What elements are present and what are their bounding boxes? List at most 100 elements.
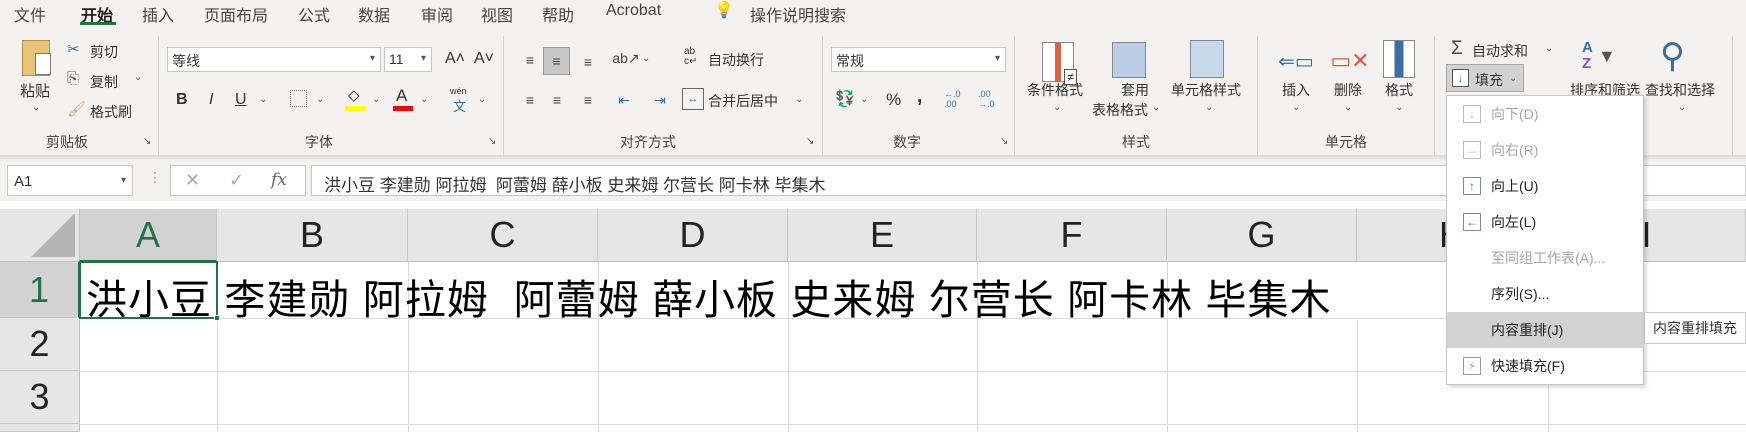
- merge-center-button[interactable]: 合并后居中: [708, 91, 778, 111]
- align-right-icon[interactable]: ≡: [576, 88, 600, 112]
- menu-item-fill-right[interactable]: → 向右(R): [1447, 132, 1643, 168]
- copy-chevron-icon[interactable]: ⌄: [134, 72, 142, 83]
- fill-color-chevron-icon[interactable]: ⌄: [372, 94, 380, 105]
- format-button[interactable]: 格式: [1385, 80, 1413, 100]
- tab-review[interactable]: 审阅: [421, 2, 453, 26]
- chevron-down-icon[interactable]: ⌄: [1395, 102, 1403, 113]
- phonetic-chevron-icon[interactable]: ⌄: [478, 94, 486, 105]
- format-as-table-button[interactable]: 套用: [1121, 80, 1149, 100]
- conditional-formatting-button[interactable]: 条件格式: [1027, 80, 1083, 100]
- tab-file[interactable]: 文件: [14, 2, 46, 26]
- column-header-f[interactable]: F: [977, 209, 1167, 262]
- menu-item-flash-fill[interactable]: ⚡ 快速填充(F): [1447, 348, 1643, 384]
- underline-chevron-icon[interactable]: ⌄: [259, 94, 267, 105]
- font-name-dropdown[interactable]: 等线 ▾: [167, 47, 381, 72]
- delete-button[interactable]: 删除: [1334, 80, 1362, 100]
- percent-button[interactable]: %: [886, 90, 901, 110]
- wrap-text-button[interactable]: 自动换行: [708, 50, 764, 70]
- align-bottom-icon[interactable]: ≡: [576, 50, 600, 74]
- borders-chevron-icon[interactable]: ⌄: [316, 94, 324, 105]
- chevron-down-icon[interactable]: ⌄: [1344, 102, 1352, 113]
- tell-me-search[interactable]: 操作说明搜索: [750, 2, 846, 26]
- orientation-chevron-icon[interactable]: ⌄: [642, 53, 650, 64]
- paste-button[interactable]: 粘贴: [20, 80, 50, 101]
- align-top-icon[interactable]: ≡: [518, 48, 542, 72]
- chevron-down-icon[interactable]: ⌄: [1053, 102, 1061, 113]
- tab-view[interactable]: 视图: [481, 2, 513, 26]
- tab-formulas[interactable]: 公式: [298, 2, 330, 26]
- font-color-icon[interactable]: A: [396, 86, 407, 106]
- column-header-e[interactable]: E: [788, 209, 977, 262]
- autosum-chevron-icon[interactable]: ⌄: [1545, 43, 1553, 54]
- menu-item-justify[interactable]: 内容重排(J): [1447, 312, 1643, 348]
- italic-button[interactable]: I: [209, 91, 213, 109]
- chevron-down-icon[interactable]: ⌄: [1678, 102, 1686, 113]
- tab-acrobat[interactable]: Acrobat: [606, 2, 661, 20]
- column-header-g[interactable]: G: [1167, 209, 1357, 262]
- row-header-1[interactable]: 1: [0, 262, 80, 318]
- menu-item-across-worksheets[interactable]: 至同组工作表(A)...: [1447, 240, 1643, 276]
- underline-button[interactable]: U: [235, 91, 247, 109]
- borders-icon[interactable]: [290, 90, 307, 107]
- menu-item-fill-up[interactable]: ↑ 向上(U): [1447, 168, 1643, 204]
- cell-a1[interactable]: 洪小豆 李建勋 阿拉姆 阿蕾姆 薛小板 史来姆 尔营长 阿卡林 毕集木: [86, 266, 1332, 326]
- cell-styles-button[interactable]: 单元格样式: [1171, 80, 1241, 100]
- paste-icon[interactable]: [22, 40, 51, 76]
- number-format-dropdown[interactable]: 常规 ▾: [831, 47, 1006, 72]
- decrease-decimal-icon[interactable]: .00 →.0: [978, 89, 995, 109]
- row-header-4[interactable]: [0, 424, 80, 432]
- font-color-chevron-icon[interactable]: ⌄: [420, 94, 428, 105]
- find-select-button[interactable]: 查找和选择: [1645, 80, 1715, 100]
- row-header-2[interactable]: 2: [0, 318, 80, 371]
- increase-decimal-icon[interactable]: ←.0.00: [944, 89, 961, 109]
- fill-color-icon[interactable]: ◇: [348, 86, 360, 104]
- tab-insert[interactable]: 插入: [142, 2, 174, 26]
- accounting-format-icon[interactable]: 💱: [834, 88, 856, 110]
- enter-icon[interactable]: ✓: [229, 170, 244, 191]
- copy-button[interactable]: 复制: [90, 72, 118, 92]
- chevron-down-icon[interactable]: ⌄: [1205, 102, 1213, 113]
- format-painter-button[interactable]: 格式刷: [90, 102, 132, 122]
- font-launcher-icon[interactable]: ↘: [488, 136, 496, 147]
- decrease-indent-icon[interactable]: ⇤: [612, 88, 636, 112]
- chevron-down-icon[interactable]: ⌄: [1152, 102, 1160, 113]
- fill-handle[interactable]: [214, 315, 220, 321]
- number-launcher-icon[interactable]: ↘: [1000, 136, 1008, 147]
- align-center-icon[interactable]: ≡: [545, 88, 569, 112]
- insert-button[interactable]: 插入: [1282, 80, 1310, 100]
- decrease-font-size-icon[interactable]: A˅: [474, 50, 494, 68]
- column-header-c[interactable]: C: [408, 209, 598, 262]
- align-middle-icon[interactable]: ≡: [543, 47, 570, 75]
- fill-button[interactable]: ↓ 填充 ⌄: [1446, 64, 1524, 92]
- tab-page-layout[interactable]: 页面布局: [204, 2, 268, 26]
- tab-help[interactable]: 帮助: [542, 2, 574, 26]
- comma-button[interactable]: ,: [917, 86, 922, 108]
- font-size-dropdown[interactable]: 11 ▾: [384, 47, 432, 72]
- insert-function-icon[interactable]: fx: [271, 170, 287, 190]
- orientation-icon[interactable]: ab↗: [612, 46, 639, 70]
- increase-font-size-icon[interactable]: A˄: [445, 50, 465, 68]
- column-header-a[interactable]: A: [80, 209, 217, 262]
- phonetic-icon[interactable]: wén: [450, 86, 467, 96]
- cancel-icon[interactable]: ✕: [185, 170, 200, 191]
- paste-chevron-icon[interactable]: ⌄: [32, 102, 40, 113]
- cut-button[interactable]: 剪切: [90, 42, 118, 62]
- clipboard-launcher-icon[interactable]: ↘: [143, 136, 151, 147]
- autosum-button[interactable]: 自动求和: [1472, 41, 1528, 61]
- menu-item-fill-down[interactable]: ↓ 向下(D): [1447, 96, 1643, 132]
- increase-indent-icon[interactable]: ⇥: [648, 88, 672, 112]
- grip-dots-icon[interactable]: ⋮: [148, 169, 162, 186]
- chevron-down-icon[interactable]: ⌄: [1292, 102, 1300, 113]
- name-box[interactable]: A1 ▾: [7, 165, 133, 196]
- accounting-chevron-icon[interactable]: ⌄: [860, 94, 868, 105]
- alignment-launcher-icon[interactable]: ↘: [806, 136, 814, 147]
- column-header-b[interactable]: B: [217, 209, 408, 262]
- align-left-icon[interactable]: ≡: [518, 88, 542, 112]
- tab-data[interactable]: 数据: [358, 2, 390, 26]
- select-all-button[interactable]: [0, 209, 80, 262]
- menu-item-series[interactable]: 序列(S)...: [1447, 276, 1643, 312]
- merge-chevron-icon[interactable]: ⌄: [795, 94, 803, 105]
- row-header-3[interactable]: 3: [0, 371, 80, 424]
- bold-button[interactable]: B: [176, 91, 188, 109]
- menu-item-fill-left[interactable]: ← 向左(L): [1447, 204, 1643, 240]
